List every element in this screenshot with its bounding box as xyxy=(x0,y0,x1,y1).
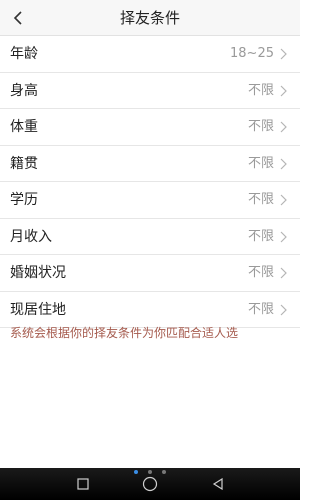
chevron-right-icon xyxy=(278,36,288,72)
system-navigation-bar xyxy=(0,468,300,500)
row-marital-status[interactable]: 婚姻状况 不限 xyxy=(0,255,300,292)
chevron-right-icon xyxy=(278,73,288,109)
home-button[interactable] xyxy=(134,468,166,500)
row-monthly-income[interactable]: 月收入 不限 xyxy=(0,218,300,255)
chevron-right-icon xyxy=(278,146,288,182)
row-label: 现居住地 xyxy=(10,301,66,318)
row-value: 不限 xyxy=(247,301,274,317)
home-icon xyxy=(142,476,158,492)
top-bar: 择友条件 xyxy=(0,0,300,36)
system-back-button[interactable] xyxy=(202,468,234,500)
row-value: 不限 xyxy=(247,155,274,171)
matching-hint: 系统会根据你的择友条件为你匹配合适人选 xyxy=(10,326,239,340)
row-age[interactable]: 年龄 18~25 xyxy=(0,36,300,73)
row-value: 不限 xyxy=(247,192,274,207)
chevron-right-icon xyxy=(278,219,288,255)
recent-apps-icon xyxy=(77,478,89,490)
row-label: 体重 xyxy=(10,119,38,135)
row-weight[interactable]: 体重 不限 xyxy=(0,109,300,146)
row-value: 不限 xyxy=(247,265,274,280)
row-height[interactable]: 身高 不限 xyxy=(0,72,300,109)
row-value: 不限 xyxy=(247,82,274,98)
chevron-right-icon xyxy=(278,292,288,328)
row-label: 年龄 xyxy=(10,46,38,62)
back-icon xyxy=(212,478,223,490)
chevron-right-icon xyxy=(278,182,288,218)
row-value: 18~25 xyxy=(230,46,274,61)
chevron-right-icon xyxy=(278,255,288,291)
row-label: 婚姻状况 xyxy=(10,265,66,281)
row-label: 籍贯 xyxy=(10,155,38,172)
row-label: 月收入 xyxy=(10,228,52,245)
row-current-residence[interactable]: 现居住地 不限 xyxy=(0,291,300,328)
row-education[interactable]: 学历 不限 xyxy=(0,182,300,219)
row-value: 不限 xyxy=(247,228,274,244)
row-hometown[interactable]: 籍贯 不限 xyxy=(0,145,300,182)
screen: 择友条件 年龄 18~25 身高 不限 体重 不限 籍贯 不限 学历 不限 月收… xyxy=(0,0,300,500)
page-title: 择友条件 xyxy=(119,9,180,27)
criteria-list: 年龄 18~25 身高 不限 体重 不限 籍贯 不限 学历 不限 月收入 不限 … xyxy=(0,36,300,328)
row-value: 不限 xyxy=(247,119,274,134)
recent-apps-button[interactable] xyxy=(67,468,99,500)
row-label: 身高 xyxy=(10,82,38,99)
row-label: 学历 xyxy=(10,192,38,208)
chevron-right-icon xyxy=(278,109,288,145)
